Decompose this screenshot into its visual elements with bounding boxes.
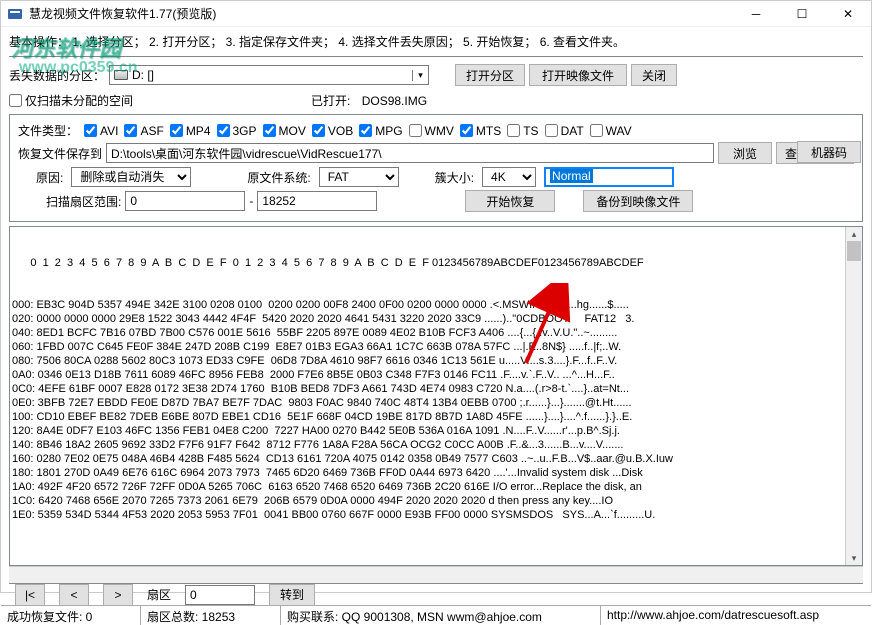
open-partition-button[interactable]: 打开分区 [455, 64, 525, 86]
drive-select[interactable]: D: [] ▾ [109, 65, 429, 85]
sector-label: 扇区 [147, 586, 171, 603]
cluster-label: 簇大小: [435, 169, 474, 186]
hex-line: 140: 8B46 18A2 2605 9692 33D2 F7F6 91F7 … [12, 438, 860, 452]
fs-label: 原文件系统: [247, 169, 310, 186]
range-to-input[interactable] [257, 191, 377, 211]
hex-line: 080: 7506 80CA 0288 5602 80C3 1073 ED33 … [12, 354, 860, 368]
maximize-button[interactable]: ☐ [779, 1, 825, 27]
close-button[interactable]: ✕ [825, 1, 871, 27]
hex-line: 1C0: 6420 7468 656E 2070 7265 7373 2061 … [12, 494, 860, 508]
range-from-input[interactable] [125, 191, 245, 211]
scan-unallocated-checkbox[interactable]: 仅扫描未分配的空间 [9, 92, 133, 109]
hex-view[interactable]: 0 1 2 3 4 5 6 7 8 9 A B C D E F 0 1 2 3 … [9, 226, 863, 566]
hex-line: 180: 1801 270D 0A49 6E76 616C 6964 2073 … [12, 466, 860, 480]
opened-value: DOS98.IMG [362, 94, 427, 108]
filetype-asf[interactable]: ASF [124, 124, 163, 138]
goto-button[interactable]: 转到 [269, 584, 315, 606]
vscrollbar[interactable]: ▴▾ [845, 227, 862, 565]
hex-line: 0A0: 0346 0E13 D18B 7611 6089 46FC 8956 … [12, 368, 860, 382]
open-image-button[interactable]: 打开映像文件 [529, 64, 627, 86]
machine-code-button[interactable]: 机器码 [797, 141, 861, 163]
status-buy: 购买联系: QQ 9001308, MSN wwm@ahjoe.com [281, 606, 601, 625]
filetype-wmv[interactable]: WMV [409, 124, 454, 138]
hex-line: 060: 1FBD 007C C645 FE0F 384E 247D 208B … [12, 340, 860, 354]
save-path-input[interactable] [106, 143, 714, 163]
prev-sector-button[interactable]: < [59, 584, 89, 606]
reason-label: 原因: [36, 169, 63, 186]
minimize-button[interactable]: ─ [733, 1, 779, 27]
filetype-label: 文件类型： [18, 122, 78, 139]
filetype-mts[interactable]: MTS [460, 124, 501, 138]
filetype-wav[interactable]: WAV [590, 124, 632, 138]
partition-label: 丢失数据的分区： [9, 67, 105, 84]
filetype-ts[interactable]: TS [507, 124, 538, 138]
close-file-button[interactable]: 关闭 [631, 64, 677, 86]
filetype-mov[interactable]: MOV [263, 124, 306, 138]
steps-text: 基本操作： 1. 选择分区； 2. 打开分区； 3. 指定保存文件夹； 4. 选… [9, 33, 863, 50]
hex-line: 100: CD10 EBEF BE82 7DEB E6BE 807D EBE1 … [12, 410, 860, 424]
disk-icon [114, 70, 128, 80]
first-sector-button[interactable]: |< [15, 584, 45, 606]
hex-line: 040: 8ED1 BCFC 7B16 07BD 7B00 C576 001E … [12, 326, 860, 340]
opened-label: 已打开: [311, 92, 350, 109]
filetype-mp4[interactable]: MP4 [170, 124, 211, 138]
filetype-dat[interactable]: DAT [545, 124, 584, 138]
sector-input[interactable] [185, 585, 255, 605]
filetype-3gp[interactable]: 3GP [217, 124, 257, 138]
window-title: 慧龙视频文件恢复软件1.77(预览版) [29, 5, 733, 22]
filetype-vob[interactable]: VOB [312, 124, 353, 138]
filetype-mpg[interactable]: MPG [359, 124, 402, 138]
hscrollbar[interactable] [9, 566, 863, 583]
fs-select[interactable]: FAT [319, 167, 399, 187]
next-sector-button[interactable]: > [103, 584, 133, 606]
range-label: 扫描扇区范围: [46, 193, 121, 210]
hex-line: 000: EB3C 904D 5357 494E 342E 3100 0208 … [12, 298, 860, 312]
save-label: 恢复文件保存到 [18, 145, 102, 162]
app-icon [7, 6, 23, 22]
hex-line: 1A0: 492F 4F20 6572 726F 72FF 0D0A 5265 … [12, 480, 860, 494]
hex-line: 160: 0280 7E02 0E75 048A 46B4 428B F485 … [12, 452, 860, 466]
hex-line: 1E0: 5359 534D 5344 4F53 2020 2053 5953 … [12, 508, 860, 522]
mode-select[interactable]: Normal [544, 167, 674, 187]
status-recovered: 成功恢复文件: 0 [1, 606, 141, 625]
filetype-avi[interactable]: AVI [84, 124, 118, 138]
start-recover-button[interactable]: 开始恢复 [465, 190, 555, 212]
hex-line: 020: 0000 0000 0000 29E8 1522 3043 4442 … [12, 312, 860, 326]
hex-line: 0C0: 4EFE 61BF 0007 E828 0172 3E38 2D74 … [12, 382, 860, 396]
reason-select[interactable]: 删除或自动消失 [71, 167, 191, 187]
backup-image-button[interactable]: 备份到映像文件 [583, 190, 693, 212]
status-site: http://www.ahjoe.com/datrescuesoft.asp [601, 606, 871, 625]
cluster-select[interactable]: 4K [482, 167, 536, 187]
hex-line: 0E0: 3BFB 72E7 EBDD FE0E D87D 7BA7 BE7F … [12, 396, 860, 410]
status-total: 扇区总数: 18253 [141, 606, 281, 625]
browse-button[interactable]: 浏览 [718, 142, 772, 164]
hex-line: 120: 8A4E 0DF7 E103 46FC 1356 FEB1 04E8 … [12, 424, 860, 438]
